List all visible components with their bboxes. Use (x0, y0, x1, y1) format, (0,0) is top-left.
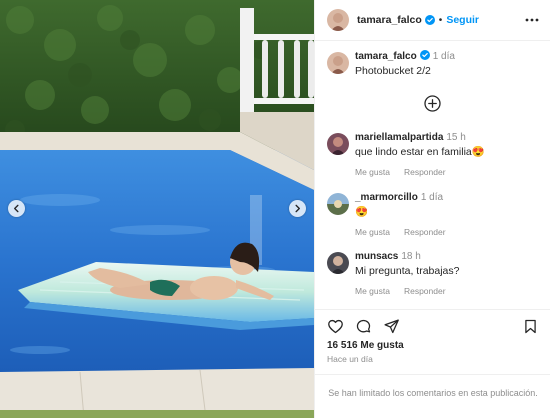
plus-circle-icon[interactable] (424, 95, 441, 112)
caption-username[interactable]: tamara_falco (355, 51, 417, 62)
verified-badge-icon (419, 50, 430, 60)
caption-avatar[interactable] (327, 52, 349, 74)
comment-time: 18 h (401, 251, 421, 262)
comment-reply-button[interactable]: Responder (404, 286, 446, 296)
next-photo-button[interactable] (289, 200, 306, 217)
comment-username[interactable]: munsacs (355, 251, 398, 262)
comment-reply-button[interactable]: Responder (404, 167, 446, 177)
chevron-right-icon (295, 204, 300, 213)
notice-divider (315, 374, 550, 375)
post-photo (0, 0, 314, 418)
comment-username[interactable]: mariellamalpartida (355, 132, 443, 143)
commenter-avatar[interactable] (327, 252, 349, 274)
comment-like-button[interactable]: Me gusta (355, 286, 390, 296)
comment-item: munsacs 18 h Mi pregunta, trabajas? Me gu… (327, 250, 541, 298)
previous-photo-button[interactable] (8, 200, 25, 217)
comments-limited-notice: Se han limitado los comentarios en esta … (328, 388, 538, 398)
comment-text: que lindo estar en familia😍 (355, 146, 485, 158)
comment-item: _marmorcillo 1 día 😍 Me gusta Responder (327, 191, 541, 239)
post-caption: tamara_falco 1 día Photobucket 2/2 (327, 50, 541, 90)
likes-count[interactable]: 16 516 Me gusta (327, 340, 404, 351)
author-username[interactable]: tamara_falco (357, 14, 422, 26)
comment-text: 😍 (355, 206, 369, 218)
chevron-left-icon (14, 204, 19, 213)
caption-time: 1 día (432, 51, 455, 62)
follow-button[interactable]: Seguir (446, 14, 479, 26)
comment-time: 15 h (446, 132, 466, 143)
commenter-avatar[interactable] (327, 193, 349, 215)
post-timestamp: Hace un día (327, 354, 373, 364)
header-separator: • (438, 14, 443, 26)
pool-photo-image (0, 0, 314, 418)
actions-divider (315, 309, 550, 310)
instagram-post-viewer: tamara_falco • Seguir tamara_falco 1 día … (0, 0, 550, 418)
comment-text: Mi pregunta, trabajas? (355, 265, 460, 277)
caption-text: Photobucket 2/2 (355, 65, 431, 77)
author-avatar[interactable] (327, 9, 349, 31)
comment-username[interactable]: _marmorcillo (355, 192, 418, 203)
share-icon[interactable] (383, 318, 400, 335)
post-side-panel: tamara_falco • Seguir tamara_falco 1 día … (314, 0, 550, 418)
heart-icon[interactable] (327, 318, 344, 335)
comment-like-button[interactable]: Me gusta (355, 227, 390, 237)
comment-time: 1 día (420, 192, 444, 203)
more-horizontal-icon[interactable] (525, 14, 539, 26)
verified-badge-icon (424, 15, 435, 25)
post-header: tamara_falco • Seguir (315, 0, 550, 41)
comment-item: mariellamalpartida 15 h que lindo estar e… (327, 131, 541, 179)
comment-like-button[interactable]: Me gusta (355, 167, 390, 177)
bookmark-icon[interactable] (522, 318, 539, 335)
comment-reply-button[interactable]: Responder (404, 227, 446, 237)
comment-icon[interactable] (355, 318, 372, 335)
commenter-avatar[interactable] (327, 133, 349, 155)
